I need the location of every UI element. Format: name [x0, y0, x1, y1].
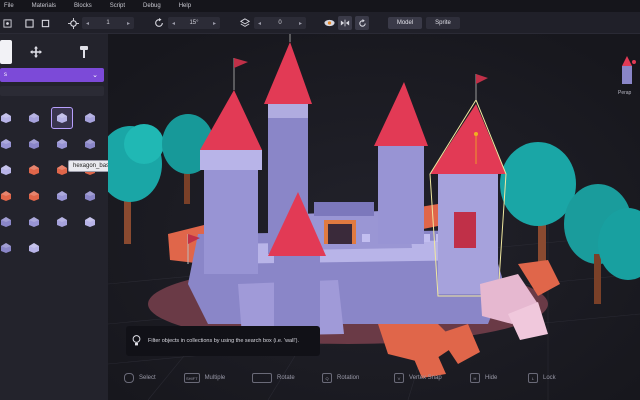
menu-bar: File Materials Blocks Script Debug Help: [0, 0, 640, 12]
shortcut-label: Rotate: [277, 375, 295, 381]
menu-debug[interactable]: Debug: [143, 3, 161, 9]
chevron-down-icon: ⌄: [92, 72, 98, 79]
shortcut-multiple: SHIFT Multiple: [184, 373, 225, 383]
block-tile[interactable]: [52, 212, 72, 232]
block-tile[interactable]: [51, 107, 73, 129]
tool-row: [0, 38, 108, 66]
shortcut-rotate: Rotate: [252, 373, 295, 383]
shortcut-label: Hide: [485, 375, 498, 381]
shortcut-lock: L Lock: [528, 373, 556, 383]
l-key: L: [528, 373, 538, 383]
visibility-icon[interactable]: [322, 16, 336, 30]
hint-box: Filter objects in collections by using t…: [126, 326, 320, 356]
block-tool-icon[interactable]: [0, 40, 12, 64]
toolbar: ◂ 1 ▸ ◂ 15° ▸ ◂ 0 ▸ Model Sprite: [0, 12, 640, 34]
block-tile[interactable]: [24, 134, 44, 154]
paint-tool-icon[interactable]: [72, 40, 96, 64]
decrement-icon[interactable]: ◂: [172, 20, 175, 27]
increment-icon[interactable]: ▸: [127, 20, 130, 27]
shortcut-select: Select: [124, 373, 156, 383]
menu-file[interactable]: File: [4, 3, 14, 9]
move-step-icon[interactable]: [66, 16, 80, 30]
block-tile[interactable]: [24, 212, 44, 232]
select-mode-icon[interactable]: [0, 16, 14, 30]
object-preview-label: Perap: [618, 90, 632, 96]
shortcut-rotation: Q Rotation: [322, 373, 359, 383]
mode-model-button[interactable]: Model: [388, 17, 422, 29]
menu-script[interactable]: Script: [110, 3, 125, 9]
v-key: V: [394, 373, 404, 383]
block-tile[interactable]: [0, 134, 16, 154]
block-tile[interactable]: [0, 108, 16, 128]
layer-value: 0: [278, 20, 282, 26]
mode-sprite-button[interactable]: Sprite: [426, 17, 460, 29]
shortcut-label: Vertex Snap: [409, 375, 442, 381]
q-key: Q: [322, 373, 332, 383]
shortcut-label: Multiple: [204, 375, 226, 381]
shortcut-label: Lock: [543, 375, 556, 381]
mouse-icon: [124, 373, 134, 383]
menu-blocks[interactable]: Blocks: [74, 3, 92, 9]
collection-select[interactable]: s ⌄: [0, 68, 104, 82]
menu-help[interactable]: Help: [179, 3, 191, 9]
block-tile[interactable]: [80, 186, 100, 206]
layer-icon[interactable]: [238, 16, 252, 30]
move-tool-icon[interactable]: [24, 40, 48, 64]
block-tile[interactable]: [0, 186, 16, 206]
block-tile[interactable]: [0, 238, 16, 258]
space-key: [252, 373, 272, 383]
move-step-value: 1: [106, 20, 110, 26]
shortcut-hide: H Hide: [470, 373, 497, 383]
rotate-step-icon[interactable]: [152, 16, 166, 30]
block-tile[interactable]: [0, 212, 16, 232]
mirror-icon[interactable]: [338, 16, 352, 30]
decrement-icon[interactable]: ◂: [258, 20, 261, 27]
block-tile[interactable]: [80, 212, 100, 232]
block-tile[interactable]: [24, 186, 44, 206]
lightbulb-icon: [132, 334, 144, 348]
layer-field[interactable]: ◂ 0 ▸: [254, 17, 306, 29]
rotate-step-value: 15°: [189, 20, 199, 26]
menu-materials[interactable]: Materials: [32, 3, 56, 9]
block-tile[interactable]: [24, 238, 44, 258]
box-snap-icon[interactable]: [38, 16, 52, 30]
hint-text: Filter objects in collections by using t…: [148, 337, 299, 344]
reset-rotation-icon[interactable]: [355, 16, 369, 30]
increment-icon[interactable]: ▸: [299, 20, 302, 27]
decrement-icon[interactable]: ◂: [86, 20, 89, 27]
move-step-field[interactable]: ◂ 1 ▸: [82, 17, 134, 29]
collection-label: s: [4, 72, 7, 78]
shortcut-vertex-snap: V Vertex Snap: [394, 373, 442, 383]
increment-icon[interactable]: ▸: [213, 20, 216, 27]
block-tile[interactable]: [24, 108, 44, 128]
h-key: H: [470, 373, 480, 383]
shortcut-bar: Select SHIFT Multiple Rotate Q Rotation …: [108, 370, 640, 388]
block-tile[interactable]: [52, 186, 72, 206]
block-tile[interactable]: [24, 160, 44, 180]
block-tile[interactable]: [80, 108, 100, 128]
shortcut-label: Select: [139, 375, 156, 381]
rotate-step-field[interactable]: ◂ 15° ▸: [168, 17, 220, 29]
sidebar: s ⌄ hexagon_base: [0, 34, 118, 400]
block-tile[interactable]: [0, 160, 16, 180]
collection-search-input[interactable]: [0, 86, 104, 96]
block-tile[interactable]: [52, 134, 72, 154]
grid-snap-icon[interactable]: [22, 16, 36, 30]
shift-key: SHIFT: [184, 373, 200, 383]
block-tile[interactable]: [80, 134, 100, 154]
shortcut-label: Rotation: [337, 375, 360, 381]
